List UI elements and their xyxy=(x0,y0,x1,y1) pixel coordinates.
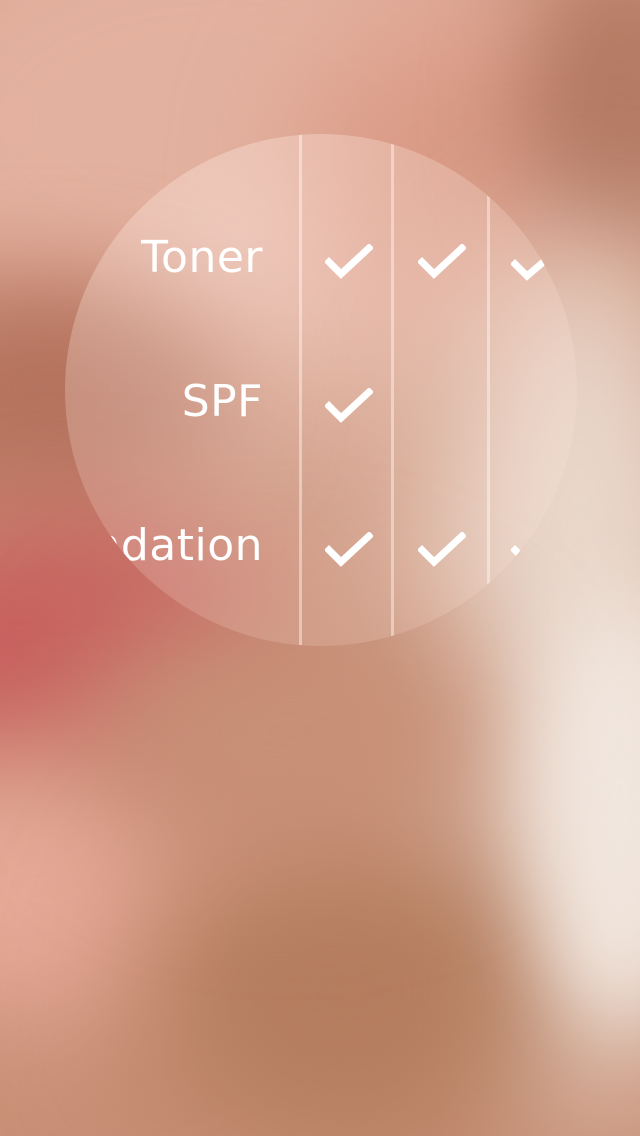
checkmark-icon[interactable] xyxy=(418,244,466,280)
row-label-foundation: ndation xyxy=(92,520,263,571)
checkmark-icon[interactable] xyxy=(511,252,559,288)
checkmark-icon[interactable] xyxy=(325,388,373,424)
column-divider xyxy=(391,144,394,636)
checkmark-icon[interactable] xyxy=(418,532,466,568)
checkmark-icon[interactable] xyxy=(325,532,373,568)
routine-checklist-circle: Toner SPF ndation xyxy=(65,134,577,646)
column-divider xyxy=(299,134,302,646)
row-label-toner: Toner xyxy=(141,232,263,283)
checkmark-icon[interactable] xyxy=(511,538,559,574)
column-divider xyxy=(487,194,490,584)
checkmark-icon[interactable] xyxy=(325,244,373,280)
row-label-spf: SPF xyxy=(181,376,263,427)
